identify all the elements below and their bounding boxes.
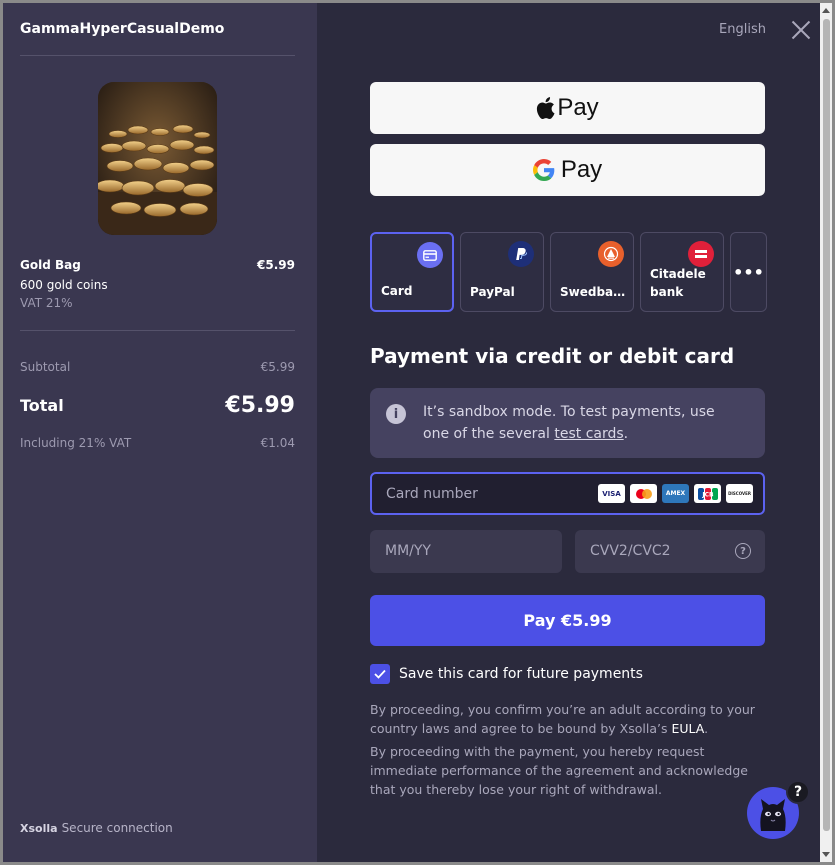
total-value: €5.99 [225, 393, 295, 418]
divider [20, 55, 295, 56]
amex-icon: AMEX [662, 484, 689, 503]
legal-withdrawal: By proceeding with the payment, you here… [370, 744, 748, 797]
scrollbar[interactable] [820, 3, 832, 862]
info-icon: i [386, 404, 406, 424]
scroll-down-arrow-icon[interactable] [822, 852, 830, 857]
product-vat-row: VAT 21% [20, 296, 295, 310]
product-name: Gold Bag [20, 258, 81, 272]
product-image [98, 82, 217, 235]
total-label: Total [20, 396, 64, 415]
payment-methods: Card PayPal Swedba… Citadele bank ••• [370, 232, 767, 312]
jcb-icon: JCB [694, 484, 721, 503]
legal-end: . [704, 721, 709, 736]
xsolla-logo: Xsolla [20, 822, 58, 835]
citadele-icon [688, 241, 714, 267]
help-icon[interactable]: ? [735, 543, 751, 559]
checkmark-icon [374, 669, 386, 679]
support-badge: ? [786, 780, 810, 804]
expiry-placeholder: MM/YY [385, 543, 431, 559]
secure-connection-label: Secure connection [61, 821, 173, 835]
product-price: €5.99 [257, 258, 295, 272]
visa-icon: VISA [598, 484, 625, 503]
scroll-thumb[interactable] [823, 19, 830, 831]
total-row: Total €5.99 [20, 393, 295, 418]
product-vat: VAT 21% [20, 296, 73, 310]
method-label: PayPal [470, 285, 515, 299]
eula-link[interactable]: EULA [671, 721, 704, 736]
vat-label: Including 21% VAT [20, 436, 132, 450]
product-description: 600 gold coins [20, 278, 108, 292]
card-number-input[interactable]: Card number VISA AMEX JCB DISCOVER [370, 472, 765, 515]
apple-pay-button[interactable]: Pay [370, 82, 765, 134]
method-card[interactable]: Card [370, 232, 454, 312]
subtotal-value: €5.99 [260, 360, 295, 374]
save-card-label: Save this card for future payments [399, 666, 643, 682]
google-pay-button[interactable]: Pay [370, 144, 765, 196]
method-swedbank[interactable]: Swedba… [550, 232, 634, 312]
order-summary-panel: GammaHyperCasualDemo Gold Bag €5.99 600 … [3, 3, 317, 862]
save-card-row: Save this card for future payments [370, 664, 643, 684]
card-brands: VISA AMEX JCB DISCOVER [598, 484, 753, 503]
cvv-input[interactable]: CVV2/CVC2 ? [575, 530, 765, 573]
save-card-checkbox[interactable] [370, 664, 390, 684]
store-title: GammaHyperCasualDemo [20, 21, 225, 37]
language-selector[interactable]: English [719, 22, 766, 37]
card-icon [417, 242, 443, 268]
expiry-input[interactable]: MM/YY [370, 530, 562, 573]
sandbox-notice: i It’s sandbox mode. To test payments, u… [370, 388, 765, 458]
google-pay-label: Pay [560, 156, 603, 183]
method-citadele[interactable]: Citadele bank [640, 232, 724, 312]
svg-text:JCB: JCB [701, 491, 714, 498]
legal-consent: By proceeding, you confirm you’re an adu… [370, 700, 770, 738]
sandbox-end: . [623, 426, 629, 442]
subtotal-label: Subtotal [20, 360, 71, 374]
method-label: Card [381, 284, 413, 298]
test-cards-link[interactable]: test cards [554, 426, 623, 442]
payment-panel: English Pay Pay Card PayPal Swedba… Cita… [317, 3, 832, 862]
payment-title: Payment via credit or debit card [370, 344, 735, 368]
vat-row: Including 21% VAT €1.04 [20, 436, 295, 450]
product-row: Gold Bag €5.99 [20, 258, 295, 272]
paypal-icon [508, 241, 534, 267]
divider [20, 330, 295, 331]
google-g-icon [532, 159, 555, 181]
discover-icon: DISCOVER [726, 484, 753, 503]
method-label: Citadele bank [650, 267, 706, 299]
secure-connection: Xsolla Secure connection [20, 821, 173, 835]
apple-icon [537, 97, 555, 119]
mastercard-icon [630, 484, 657, 503]
subtotal-row: Subtotal €5.99 [20, 360, 295, 374]
apple-pay-label: Pay [557, 94, 599, 121]
method-paypal[interactable]: PayPal [460, 232, 544, 312]
pay-button[interactable]: Pay €5.99 [370, 595, 765, 646]
vat-value: €1.04 [260, 436, 295, 450]
close-icon[interactable] [790, 19, 812, 41]
method-label: Swedba… [560, 285, 626, 299]
swedbank-icon [598, 241, 624, 267]
checkout-window: GammaHyperCasualDemo Gold Bag €5.99 600 … [3, 3, 832, 862]
product-description-row: 600 gold coins [20, 278, 295, 292]
sandbox-text: It’s sandbox mode. To test payments, use… [423, 401, 743, 445]
scroll-up-arrow-icon[interactable] [822, 8, 830, 13]
more-icon: ••• [733, 262, 764, 282]
card-number-placeholder: Card number [386, 486, 478, 502]
cvv-placeholder: CVV2/CVC2 [590, 543, 671, 559]
more-methods-button[interactable]: ••• [730, 232, 767, 312]
